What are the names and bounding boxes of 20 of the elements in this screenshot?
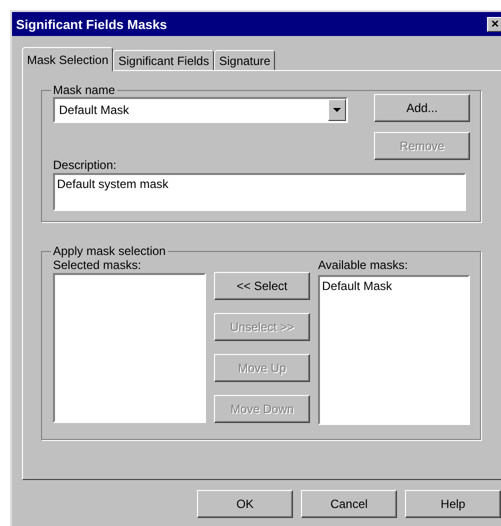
- available-masks-list[interactable]: Default Mask: [318, 275, 470, 425]
- dialog-button[interactable]: << Select: [214, 272, 310, 300]
- group-label: Apply mask selection: [52, 244, 167, 258]
- tab[interactable]: Significant Fields: [113, 50, 214, 70]
- list-label: Available masks:: [318, 258, 409, 272]
- dialog-button[interactable]: Cancel: [301, 490, 397, 518]
- mask-name-dropdown[interactable]: Default Mask: [53, 97, 348, 123]
- list-label: Selected masks:: [53, 258, 142, 272]
- window-title: Significant Fields Masks: [16, 16, 167, 32]
- tab[interactable]: Mask Selection: [22, 47, 114, 71]
- group-label: Mask name: [52, 83, 116, 97]
- list-item[interactable]: Default Mask: [322, 279, 466, 293]
- dialog-button[interactable]: OK: [197, 490, 293, 518]
- add-button[interactable]: Add...: [374, 94, 470, 122]
- close-button[interactable]: ×: [487, 16, 501, 32]
- description-label: Description:: [53, 158, 118, 172]
- tab[interactable]: Signature: [214, 50, 276, 70]
- description-field[interactable]: Default system mask: [53, 173, 466, 211]
- dialog-button[interactable]: Help: [405, 490, 501, 518]
- selected-masks-list[interactable]: [53, 273, 206, 423]
